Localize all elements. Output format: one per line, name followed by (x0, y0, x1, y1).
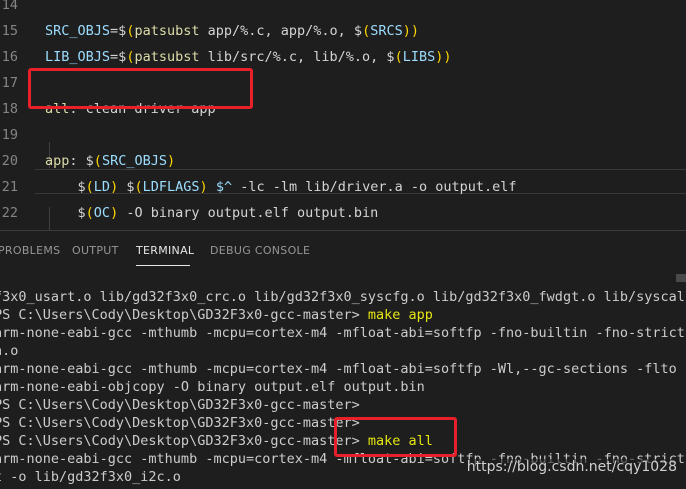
code-token: $ (386, 49, 395, 65)
terminal-text: PS C:\Users\Cody\Desktop\GD32F3x0-gcc-ma… (0, 307, 368, 323)
code-token: OC (93, 205, 111, 221)
code-line[interactable]: 19 (0, 122, 686, 148)
code-token: -O binary output.elf output.bin (118, 205, 379, 221)
code-token: lib/src/%.c, lib/%.o, (199, 49, 387, 65)
terminal-text: PS C:\Users\Cody\Desktop\GD32F3x0-gcc-ma… (0, 415, 360, 431)
code-token: ( (85, 179, 94, 195)
code-token: ) (443, 49, 452, 65)
terminal-line: n.o (0, 342, 18, 360)
line-number: 17 (1, 75, 18, 91)
code-token: patsubst (134, 49, 200, 65)
tab-output[interactable]: OUTPUT (72, 244, 119, 257)
active-tab-indicator (136, 265, 190, 266)
terminal-line: arm-none-eabi-objcopy -O binary output.e… (0, 378, 425, 396)
terminal-line: PS C:\Users\Cody\Desktop\GD32F3x0-gcc-ma… (0, 306, 433, 324)
line-number: 19 (1, 127, 18, 143)
terminal-text: PS C:\Users\Cody\Desktop\GD32F3x0-gcc-ma… (0, 433, 368, 449)
code-token: -lc -lm lib/driver.a -o output.elf (232, 179, 517, 195)
line-number: 22 (1, 205, 18, 221)
terminal-line: f3x0_usart.o lib/gd32f3x0_crc.o lib/gd32… (0, 288, 686, 306)
terminal-scrollbar[interactable] (676, 274, 686, 282)
code-token: SRCS (370, 23, 403, 39)
code-token: LDFLAGS (142, 179, 200, 195)
code-token: LIB_OBJS (45, 49, 111, 65)
code-line[interactable]: 14 (0, 0, 686, 18)
terminal-text: arm-none-eabi-gcc -mthumb -mcpu=cortex-m… (0, 325, 686, 341)
code-token: $ (77, 179, 86, 195)
terminal-line: t -o lib/gd32f3x0_i2c.o (0, 468, 181, 486)
code-line[interactable]: 16 LIB_OBJS= $( patsubst lib/src/%.c, lib/%… (0, 44, 686, 70)
code-token: ) (166, 153, 176, 169)
line-number: 14 (1, 0, 18, 13)
line-code: LIB_OBJS= $( patsubst lib/src/%.c, lib/%.o… (45, 44, 452, 70)
terminal-command: make app (367, 307, 433, 323)
code-token: ( (93, 153, 102, 169)
terminal-text: PS C:\Users\Cody\Desktop\GD32F3x0-gcc-ma… (0, 397, 360, 413)
terminal-text: arm-none-eabi-objcopy -O binary output.e… (0, 379, 425, 395)
code-token: = (110, 23, 119, 39)
code-line[interactable]: 20 app: $(SRC_OBJS) (0, 148, 686, 174)
terminal-text: t -o lib/gd32f3x0_i2c.o (0, 469, 181, 485)
code-line[interactable]: 21 $(LD) $(LDFLAGS) $^ -lc -lm lib/drive… (0, 174, 686, 200)
code-token: SRC_OBJS (101, 153, 167, 169)
code-token: ) (110, 179, 119, 195)
terminal-line: arm-none-eabi-gcc -mthumb -mcpu=cortex-m… (0, 360, 686, 378)
watermark-text: https://blog.csdn.net/cqy1028 (466, 459, 677, 475)
code-token: $^ (215, 179, 233, 195)
code-token: ( (85, 205, 94, 221)
line-number: 15 (1, 23, 18, 39)
code-token: app/%.c, app/%.o, (199, 23, 354, 39)
code-token: : (69, 153, 86, 169)
code-token: ( (394, 49, 403, 65)
line-code: $(LD) $(LDFLAGS) $^ -lc -lm lib/driver.a… (45, 174, 517, 200)
terminal-text: n.o (0, 343, 19, 359)
tab-terminal[interactable]: TERMINAL (136, 244, 194, 257)
code-token: ) (402, 23, 411, 39)
code-token: LIBS (402, 49, 436, 65)
line-number: 18 (1, 101, 18, 117)
code-editor[interactable]: 14 15 SRC_OBJS=$(patsubst app/%.c, app/%.o… (0, 0, 686, 230)
code-token: patsubst (134, 23, 200, 39)
code-token: $ (77, 205, 86, 221)
terminal-line: PS C:\Users\Cody\Desktop\GD32F3x0-gcc-ma… (0, 414, 360, 432)
terminal-text: f3x0_usart.o lib/gd32f3x0_crc.o lib/gd32… (0, 289, 686, 305)
code-line[interactable]: 22 $(OC) -O binary output.elf output.bin (0, 200, 686, 226)
code-token: ( (134, 179, 143, 195)
line-number: 16 (1, 49, 18, 65)
terminal-text: arm-none-eabi-gcc -mthumb -mcpu=cortex-m… (0, 361, 686, 377)
terminal-line: arm-none-eabi-gcc -mthumb -mcpu=cortex-m… (0, 324, 686, 342)
line-code: $(OC) -O binary output.elf output.bin (45, 200, 379, 226)
code-token: ) (199, 179, 208, 195)
tab-debug-console[interactable]: DEBUG CONSOLE (210, 244, 310, 257)
code-token: ) (110, 205, 119, 221)
line-code: app: $(SRC_OBJS) (45, 148, 175, 174)
code-token: SRC_OBJS (45, 23, 111, 39)
highlight-box-make-all (334, 417, 457, 457)
code-token: = (110, 49, 119, 65)
code-token: $ (85, 153, 94, 169)
line-number: 21 (1, 179, 18, 195)
tab-problems[interactable]: PROBLEMS (0, 244, 60, 257)
code-token: app (45, 153, 70, 169)
code-token: ( (362, 23, 371, 39)
line-code: SRC_OBJS=$(patsubst app/%.c, app/%.o, $(… (45, 18, 419, 44)
panel-tab-bar: PROBLEMS OUTPUT TERMINAL DEBUG CONSOLE (0, 231, 686, 271)
code-line[interactable]: 15 SRC_OBJS=$(patsubst app/%.c, app/%.o, … (0, 18, 686, 44)
terminal-line: PS C:\Users\Cody\Desktop\GD32F3x0-gcc-ma… (0, 396, 360, 414)
highlight-box-all-target (28, 68, 253, 109)
code-token: $ (353, 23, 363, 39)
code-token: ) (410, 23, 419, 39)
code-token: LD (93, 179, 111, 195)
line-number: 20 (1, 153, 18, 169)
